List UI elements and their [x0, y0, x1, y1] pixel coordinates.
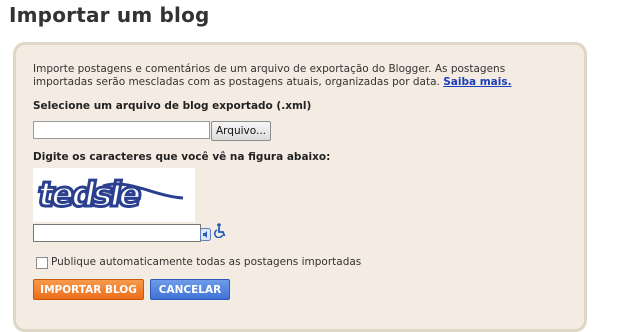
- page-title: Importar um blog: [9, 3, 210, 27]
- captcha-image: tedsle: [33, 168, 195, 222]
- autopublish-checkbox[interactable]: [36, 257, 48, 269]
- intro-description: Importe postagens e comentários de um ar…: [33, 63, 506, 88]
- import-blog-button[interactable]: IMPORTAR BLOG: [33, 279, 144, 300]
- audio-captcha-icon[interactable]: [200, 226, 211, 241]
- file-label: Selecione um arquivo de blog exportado (…: [33, 100, 312, 112]
- browse-file-button[interactable]: Arquivo...: [211, 121, 271, 141]
- learn-more-link[interactable]: Saiba mais.: [443, 76, 511, 88]
- file-path-input[interactable]: [33, 121, 210, 139]
- captcha-text: tedsle: [35, 175, 144, 215]
- captcha-input[interactable]: [33, 224, 201, 242]
- intro-text: Importe postagens e comentários de um ar…: [33, 63, 553, 89]
- accessibility-icon[interactable]: [213, 223, 227, 239]
- captcha-label: Digite os caracteres que você vê na figu…: [33, 151, 331, 163]
- cancel-button[interactable]: CANCELAR: [150, 279, 230, 300]
- autopublish-label: Publique automaticamente todas as postag…: [51, 256, 362, 268]
